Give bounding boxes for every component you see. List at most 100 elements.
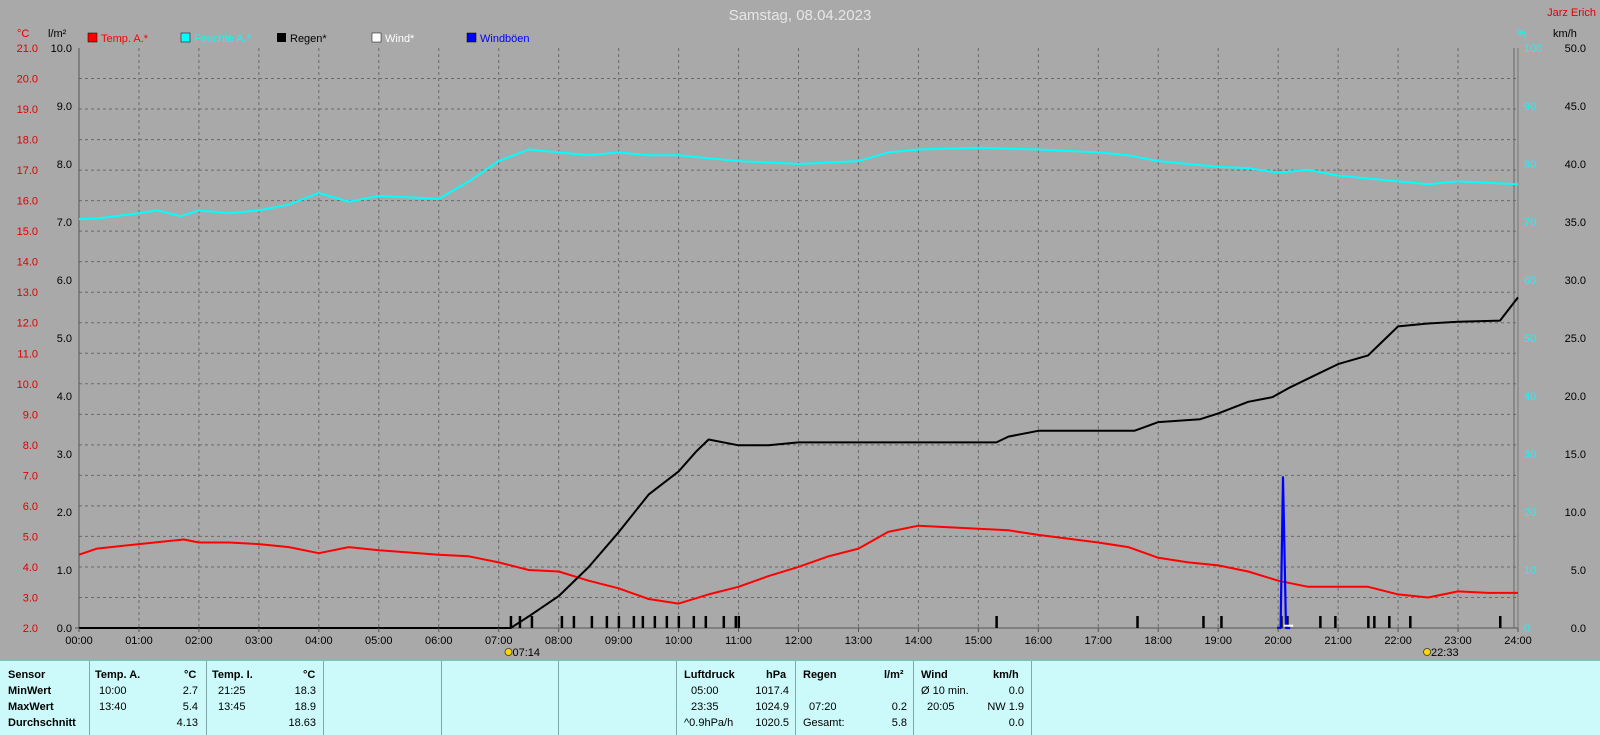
time-tick-label: 08:00	[545, 635, 573, 647]
rain-event-mark	[722, 616, 726, 628]
wind-average: 0.0	[1008, 717, 1024, 729]
temp-i-unit: °C	[303, 669, 316, 681]
rain-event-mark	[1373, 616, 1376, 628]
sun-time-label: 07:14	[512, 647, 540, 659]
time-tick-label: 19:00	[1204, 635, 1232, 647]
time-tick-label: 17:00	[1085, 635, 1113, 647]
time-tick-label: 07:00	[485, 635, 513, 647]
time-axis: 00:00 01:00 02:00 03:00 04:00 05:00 06:00 07:00…	[65, 628, 1532, 647]
rain-tick-label: 4.0	[57, 391, 72, 403]
wind-tick-label: 35.0	[1565, 217, 1586, 229]
panel-divider	[441, 661, 442, 735]
legend-item-wind[interactable]: Wind*	[371, 32, 415, 45]
temp-i-min-time: 21:25	[218, 685, 246, 697]
time-tick-label: 03:00	[245, 635, 273, 647]
legend-item-humidity[interactable]: Feuchte A.*	[180, 32, 252, 45]
legend-label-wind: Wind*	[385, 33, 415, 45]
rain-event-mark	[737, 616, 741, 628]
panel-divider	[913, 661, 914, 735]
time-tick-label: 06:00	[425, 635, 453, 647]
legend-label-gusts: Windböen	[480, 33, 530, 45]
legend-label-humidity: Feuchte A.*	[194, 33, 252, 45]
panel-divider	[1031, 661, 1032, 735]
rain-unit: l/m²	[884, 669, 904, 681]
wind-tick-label: 0.0	[1571, 623, 1586, 635]
temp-i-min-value: 18.3	[294, 685, 316, 697]
temp-a-average: 4.13	[176, 717, 198, 729]
time-tick-label: 24:00	[1504, 635, 1532, 647]
temp-a-max-value: 5.4	[182, 701, 198, 713]
rain-event-mark	[1220, 616, 1223, 628]
time-tick-label: 18:00	[1144, 635, 1172, 647]
rain-event-mark	[590, 616, 594, 628]
time-tick-label: 02:00	[185, 635, 213, 647]
temp-tick-label: 16.0	[17, 196, 38, 208]
temp-tick-label: 4.0	[23, 562, 38, 574]
temp-tick-label: 18.0	[17, 135, 38, 147]
statistics-panel: Sensor MinWert MaxWert Durchschnitt Temp…	[0, 660, 1600, 735]
humidity-axis: 0 10 20 30 40 50 60 70 80 90 100	[1524, 43, 1542, 635]
temp-tick-label: 10.0	[17, 379, 38, 391]
legend-label-temp: Temp. A.*	[101, 33, 149, 45]
humidity-tick-label: 70	[1524, 217, 1536, 229]
rain-event-mark	[530, 616, 534, 628]
row-label-min: MinWert	[8, 685, 52, 697]
pressure-max-value: 1024.9	[755, 701, 789, 713]
humidity-unit-label: %	[1517, 28, 1527, 40]
time-tick-label: 20:00	[1264, 635, 1292, 647]
time-tick-label: 11:00	[725, 635, 752, 647]
time-tick-label: 14:00	[905, 635, 933, 647]
legend-item-rain[interactable]: Regen*	[277, 33, 327, 45]
wind-tick-label: 15.0	[1565, 449, 1586, 461]
legend-swatch-gusts	[466, 32, 477, 43]
humidity-tick-label: 0	[1524, 623, 1530, 635]
rain-event-mark	[560, 616, 564, 628]
temp-tick-label: 15.0	[17, 226, 38, 238]
time-tick-label: 21:00	[1324, 635, 1352, 647]
rain-event-mark	[995, 616, 998, 628]
time-tick-label: 23:00	[1444, 635, 1472, 647]
panel-divider	[558, 661, 559, 735]
temp-tick-label: 20.0	[17, 74, 38, 86]
wind-header: Wind	[921, 669, 948, 681]
rain-event-mark	[1202, 616, 1205, 628]
sun-markers: 07:14 22:33	[504, 647, 1459, 659]
humidity-tick-label: 60	[1524, 275, 1536, 287]
temp-a-max-time: 13:40	[99, 701, 127, 713]
pressure-min-time: 05:00	[691, 685, 719, 697]
legend-item-temp[interactable]: Temp. A.*	[87, 32, 149, 45]
time-tick-label: 12:00	[785, 635, 813, 647]
time-tick-label: 01:00	[125, 635, 153, 647]
time-tick-label: 05:00	[365, 635, 393, 647]
humidity-tick-label: 40	[1524, 391, 1536, 403]
rain-unit-label: l/m²	[48, 28, 67, 40]
author-label: Jarz Erich	[1547, 7, 1596, 19]
humidity-tick-label: 30	[1524, 449, 1536, 461]
pressure-trend: ^0.9hPa/h	[684, 717, 734, 729]
temp-tick-label: 19.0	[17, 104, 38, 116]
rain-tick-label: 8.0	[57, 159, 72, 171]
panel-divider	[795, 661, 796, 735]
rain-event-mark	[572, 616, 576, 628]
pressure-max-time: 23:35	[691, 701, 719, 713]
row-label-avg: Durchschnitt	[8, 717, 76, 729]
rain-max-value: 0.2	[891, 701, 907, 713]
time-tick-label: 09:00	[605, 635, 633, 647]
temp-tick-label: 21.0	[17, 43, 38, 55]
pressure-average: 1020.5	[755, 717, 789, 729]
wind-max-value: NW 1.9	[987, 701, 1024, 713]
time-tick-label: 22:00	[1384, 635, 1412, 647]
wind-max-time: 20:05	[927, 701, 955, 713]
rain-tick-label: 0.0	[57, 623, 72, 635]
rain-event-mark	[653, 616, 657, 628]
wind-tick-label: 50.0	[1565, 43, 1586, 55]
wind-axis: 0.0 5.0 10.0 15.0 20.0 25.0 30.0 35.0 40.0 45.0 50…	[1565, 43, 1586, 635]
rain-tick-label: 2.0	[57, 507, 72, 519]
rain-max-time: 07:20	[809, 701, 837, 713]
rain-event-mark	[617, 616, 621, 628]
humidity-tick-label: 100	[1524, 43, 1542, 55]
rain-tick-label: 6.0	[57, 275, 72, 287]
rain-event-mark	[1388, 616, 1391, 628]
legend-item-gusts[interactable]: Windböen	[466, 32, 530, 45]
time-tick-label: 00:00	[65, 635, 93, 647]
